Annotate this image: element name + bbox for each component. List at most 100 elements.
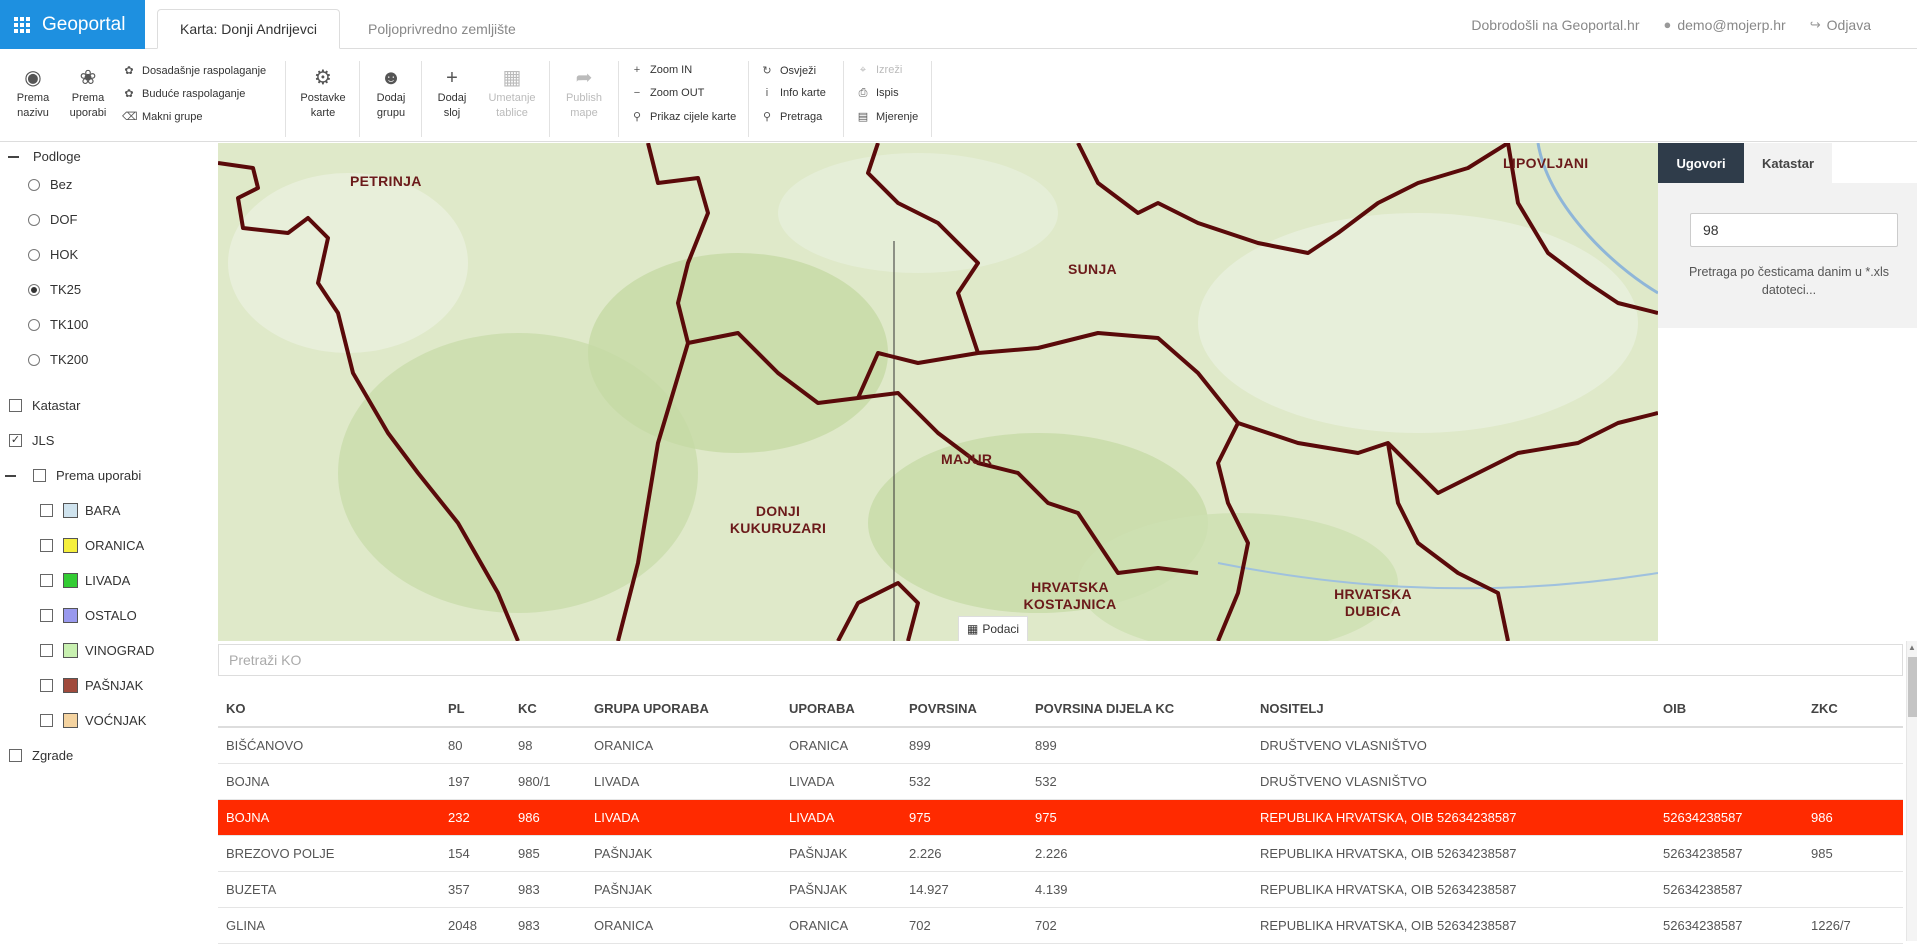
col-ko[interactable]: KO [218, 691, 440, 728]
basemap-tk100[interactable]: TK100 [28, 317, 88, 332]
collapse-icon[interactable] [8, 155, 19, 158]
radio-button[interactable] [28, 283, 40, 296]
tab-karta[interactable]: Karta: Donji Andrijevci [157, 9, 340, 49]
radio-button[interactable] [28, 248, 40, 261]
layer-prema-uporabi[interactable]: Prema uporabi [5, 468, 141, 483]
parcel-search-input[interactable] [1690, 213, 1898, 247]
zoom-in-button[interactable]: + Zoom IN [630, 64, 692, 76]
table-row-selected[interactable]: BOJNA 232 986 LIVADA LIVADA 975 975 REPUBLIKA H… [218, 799, 1903, 836]
radio-button[interactable] [28, 213, 40, 226]
logout-icon: ↪ [1809, 16, 1821, 32]
layer-zgrade[interactable]: Zgrade [9, 748, 73, 763]
apps-grid-icon[interactable] [14, 16, 30, 33]
basemap-dof[interactable]: DOF [28, 212, 77, 227]
checkbox[interactable] [9, 749, 22, 762]
user-menu[interactable]: ● demo@mojerp.hr [1664, 17, 1786, 33]
prema-uporabi-button[interactable]: ❀ Prema uporabi [66, 65, 110, 121]
table-row[interactable]: BREZOVO POLJE 154 985 PAŠNJAK PAŠNJAK 2.226 2.… [218, 835, 1903, 872]
ruler-icon: ▤ [857, 111, 869, 123]
osvjezi-button[interactable]: ↻ Osvježi [760, 64, 816, 77]
layer-vocnjak[interactable]: VOĆNJAK [40, 713, 146, 728]
basemap-hok[interactable]: HOK [28, 247, 78, 262]
dodaj-sloj-button[interactable]: + Dodaj sloj [430, 65, 474, 121]
map-label-hrvatska-dubica: HRVATSKA DUBICA [1334, 586, 1412, 619]
leaf-icon: ✿ [124, 88, 134, 100]
izrezi-button[interactable]: ⌖ Izreži [856, 64, 902, 77]
map-boundaries [218, 143, 1658, 641]
ispis-button[interactable]: ⎙ Ispis [856, 87, 899, 100]
prikaz-cijele-karte-button[interactable]: ⚲ Prikaz cijele karte [630, 110, 736, 123]
tab-ugovori[interactable]: Ugovori [1658, 143, 1744, 183]
layer-katastar[interactable]: Katastar [9, 398, 80, 413]
publish-mape-button[interactable]: ➦ Publish mape [562, 65, 606, 121]
table-row[interactable]: BUZETA 357 983 PAŠNJAK PAŠNJAK 14.927 4.139 REP… [218, 871, 1903, 908]
postavke-karte-button[interactable]: ⚙ Postavke karte [300, 65, 346, 121]
radio-button[interactable] [28, 353, 40, 366]
col-pl[interactable]: PL [440, 691, 510, 728]
layer-ostalo[interactable]: OSTALO [40, 608, 137, 623]
col-grupa-uporaba[interactable]: GRUPA UPORABA [586, 691, 781, 728]
table-scrollbar[interactable]: ▲ [1906, 641, 1917, 941]
scroll-up-icon[interactable]: ▲ [1908, 643, 1916, 652]
col-povrsina-dijela-kc[interactable]: POVRSINA DIJELA KC [1027, 691, 1252, 728]
col-zkc[interactable]: ZKC [1803, 691, 1903, 728]
layer-bara[interactable]: BARA [40, 503, 120, 518]
layer-jls[interactable]: ✓ JLS [9, 433, 54, 448]
hamburger-menu-icon[interactable] [1895, 22, 1909, 28]
zoom-out-button[interactable]: − Zoom OUT [630, 87, 705, 99]
checkbox[interactable] [40, 679, 53, 692]
checkbox[interactable] [40, 609, 53, 622]
col-oib[interactable]: OIB [1655, 691, 1803, 728]
map-canvas[interactable]: PETRINJA SUNJA LIPOVLJANI MAJUR DONJI KU… [218, 143, 1658, 641]
checkbox[interactable] [40, 539, 53, 552]
basemap-tk25[interactable]: TK25 [28, 282, 81, 297]
collapse-icon[interactable] [5, 474, 16, 477]
dosadasnje-raspolaganje-button[interactable]: ✿ Dosadašnje raspolaganje [122, 64, 266, 77]
checkbox[interactable] [40, 574, 53, 587]
buduce-raspolaganje-button[interactable]: ✿ Buduće raspolaganje [122, 87, 245, 100]
checkbox[interactable] [33, 469, 46, 482]
radio-button[interactable] [28, 318, 40, 331]
layer-livada[interactable]: LIVADA [40, 573, 130, 588]
tab-poljoprivredno[interactable]: Poljoprivredno zemljište [346, 9, 538, 49]
makni-grupe-button[interactable]: ⌫ Makni grupe [122, 110, 203, 123]
layer-oranica[interactable]: ORANICA [40, 538, 144, 553]
table-row[interactable]: GLINA 2048 983 ORANICA ORANICA 702 702 REPUBLIK… [218, 907, 1903, 944]
umetanje-tablice-button[interactable]: ▦ Umetanje tablice [484, 65, 540, 121]
checkbox[interactable] [40, 504, 53, 517]
eraser-icon: ⌫ [122, 111, 138, 123]
info-karte-button[interactable]: i Info karte [760, 87, 826, 99]
layer-vinograd[interactable]: VINOGRAD [40, 643, 154, 658]
vinograd-swatch [63, 643, 78, 658]
scrollbar-thumb[interactable] [1908, 657, 1917, 717]
basemap-tk200[interactable]: TK200 [28, 352, 88, 367]
map-toolbar: ◉ Prema nazivu ❀ Prema uporabi ✿ Dosadašn… [0, 49, 1917, 142]
parcel-table: KO PL KC GRUPA UPORABA UPORABA POVRSINA … [218, 691, 1903, 944]
table-row[interactable]: BOJNA 197 980/1 LIVADA LIVADA 532 532 DRUŠTVENO… [218, 763, 1903, 800]
info-icon: i [765, 87, 769, 99]
checkbox[interactable] [40, 714, 53, 727]
table-row[interactable]: BIŠĆANOVO 80 98 ORANICA ORANICA 899 899 DRUŠTVE… [218, 727, 1903, 764]
tab-katastar[interactable]: Katastar [1744, 143, 1832, 183]
dodaj-grupu-button[interactable]: ☻ Dodaj grupu [369, 65, 413, 121]
app-brand[interactable]: Geoportal [0, 0, 145, 49]
layer-pasnjak[interactable]: PAŠNJAK [40, 678, 143, 693]
checkbox-checked[interactable]: ✓ [9, 434, 22, 447]
podaci-toggle-button[interactable]: ▦ Podaci [958, 616, 1029, 641]
logout-link[interactable]: ↪ Odjava [1810, 17, 1871, 33]
gear-icon: ⚙ [314, 67, 332, 89]
col-povrsina[interactable]: POVRSINA [901, 691, 1027, 728]
checkbox[interactable] [9, 399, 22, 412]
ko-search-input[interactable] [218, 644, 1903, 676]
col-uporaba[interactable]: UPORABA [781, 691, 901, 728]
col-kc[interactable]: KC [510, 691, 586, 728]
pretraga-button[interactable]: ⚲ Pretraga [760, 110, 822, 123]
basemap-bez[interactable]: Bez [28, 177, 72, 192]
radio-button[interactable] [28, 178, 40, 191]
prema-nazivu-button[interactable]: ◉ Prema nazivu [11, 65, 55, 121]
podloge-group[interactable]: Podloge [8, 149, 81, 164]
col-nositelj[interactable]: NOSITELJ [1252, 691, 1655, 728]
mjerenje-button[interactable]: ▤ Mjerenje [856, 110, 918, 123]
ostalo-swatch [63, 608, 78, 623]
checkbox[interactable] [40, 644, 53, 657]
